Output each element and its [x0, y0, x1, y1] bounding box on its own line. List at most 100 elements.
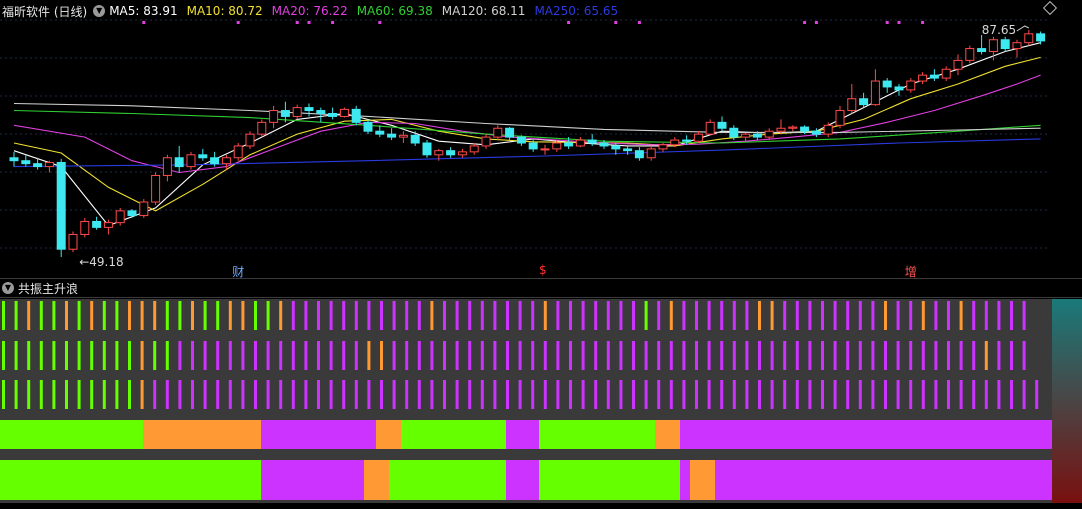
chevron-down-icon[interactable]: ▼	[2, 282, 14, 294]
candle	[847, 83, 857, 114]
band-segment	[655, 420, 680, 449]
candle	[351, 105, 361, 126]
signal-bar	[2, 341, 5, 370]
candle-body	[210, 157, 220, 165]
signal-bar	[531, 301, 535, 330]
signal-bar	[14, 380, 18, 409]
band-segment	[401, 420, 506, 449]
candle	[1036, 31, 1046, 45]
candle	[139, 199, 149, 218]
signal-bar	[39, 380, 43, 409]
candle-body	[918, 74, 928, 82]
candle	[764, 128, 774, 141]
stock-title: 福昕软件 (日线)	[2, 4, 88, 19]
candle	[918, 72, 928, 84]
candle	[882, 78, 892, 93]
candle-body	[800, 126, 810, 132]
candle	[339, 107, 349, 118]
band-segment	[261, 420, 376, 449]
signal-bar	[720, 380, 724, 409]
signal-bar	[417, 301, 421, 330]
signal-bar	[468, 301, 472, 330]
candle-body	[316, 110, 326, 114]
candle	[646, 145, 656, 161]
signal-bar	[669, 301, 673, 330]
signal-bar	[682, 301, 686, 330]
candle-body	[953, 59, 963, 70]
candlestick-chart[interactable]	[0, 0, 1082, 279]
candle	[505, 127, 515, 141]
candle	[705, 119, 715, 136]
candle-body	[44, 161, 54, 168]
signal-bar	[758, 301, 761, 330]
signal-bar	[329, 380, 333, 409]
candle	[481, 134, 491, 149]
candle-body	[103, 222, 113, 228]
signal-bar	[1010, 341, 1013, 370]
candle-body	[162, 157, 172, 176]
event-marker-dividend[interactable]: $	[539, 263, 547, 277]
band-segment	[506, 460, 539, 500]
candle	[186, 151, 196, 170]
signal-bar	[846, 301, 850, 330]
candle-body	[776, 127, 786, 132]
signal-bar	[934, 380, 938, 409]
signal-bar	[896, 301, 900, 330]
band-segment	[690, 460, 715, 500]
signal-bar	[354, 380, 358, 409]
signal-bar	[266, 341, 270, 370]
signal-bar	[783, 341, 787, 370]
candle	[151, 172, 161, 205]
signal-bar	[531, 341, 535, 370]
signal-bar	[52, 301, 56, 330]
candle-body	[717, 121, 727, 129]
candle	[398, 131, 408, 143]
candle	[316, 107, 326, 123]
signal-bar	[594, 341, 598, 370]
candle-body	[410, 134, 420, 144]
candle-body	[221, 157, 231, 165]
signal-bar	[770, 301, 774, 330]
signal-bar	[27, 341, 31, 370]
candle	[929, 69, 939, 82]
candle-body	[351, 108, 361, 123]
candle-body	[788, 126, 798, 129]
signal-bar	[191, 341, 194, 370]
signal-bar	[65, 380, 68, 409]
signal-bar	[644, 341, 648, 370]
signal-bar	[443, 301, 446, 330]
candle-body	[398, 134, 408, 138]
signal-bar	[506, 301, 509, 330]
signal-bar	[569, 301, 572, 330]
signal-bar	[115, 380, 119, 409]
signal-bar	[39, 341, 43, 370]
signal-bar	[770, 380, 774, 409]
candle-body	[56, 161, 66, 250]
candle	[56, 158, 66, 257]
candle-body	[481, 136, 491, 147]
signal-bar	[291, 301, 295, 330]
signal-bar	[707, 341, 711, 370]
signal-bar	[317, 341, 320, 370]
candle-body	[634, 150, 644, 159]
signal-bar	[77, 341, 81, 370]
signal-bar	[241, 380, 245, 409]
candle	[1000, 36, 1010, 52]
candle	[292, 104, 302, 120]
candle-body	[127, 210, 137, 217]
signal-bar	[871, 341, 875, 370]
signal-bar	[165, 301, 169, 330]
candle	[68, 231, 78, 253]
signal-bar	[2, 301, 5, 330]
signal-bar	[443, 341, 446, 370]
candle-body	[339, 108, 349, 117]
candle-body	[174, 157, 184, 168]
signal-bar	[392, 380, 396, 409]
candle	[965, 45, 975, 64]
chevron-down-icon[interactable]: ▼	[93, 5, 106, 17]
indicator-chart[interactable]	[0, 299, 1082, 503]
indicator-header: ▼ 共振主升浪	[0, 279, 78, 297]
signal-bar	[556, 380, 560, 409]
signal-bar	[707, 380, 711, 409]
candle	[162, 154, 172, 182]
